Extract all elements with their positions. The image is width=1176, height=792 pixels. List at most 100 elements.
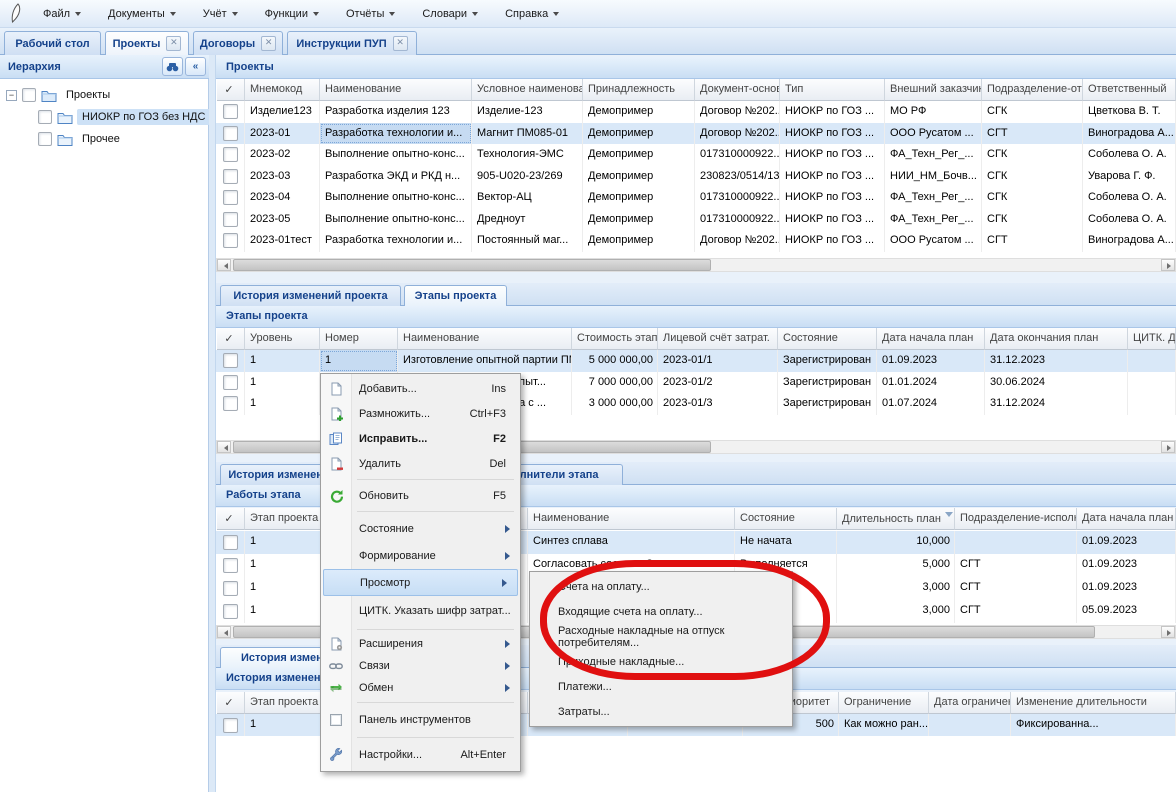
column-header[interactable]: Стоимость этапа [572,328,658,350]
row-checkbox[interactable] [223,396,238,411]
column-header[interactable]: Ответственный [1083,79,1176,101]
column-header[interactable]: Дата начала план [1077,508,1176,530]
table-row[interactable]: 2023-01тестРазработка технологии и...Пос… [216,230,1176,252]
row-checkbox[interactable] [223,535,238,550]
column-header[interactable]: Дата ограничения [929,692,1011,714]
column-header[interactable]: Длительность план [837,508,955,530]
submenu-item[interactable]: Приходные накладные... [530,649,792,674]
column-header[interactable]: Тип [780,79,885,101]
menubar-item[interactable]: Справка [496,5,568,23]
column-header[interactable]: Ограничение [839,692,929,714]
column-header[interactable]: Изменение длительности [1011,692,1176,714]
section-tab[interactable]: История изменений проекта [220,285,401,306]
context-menu-item[interactable]: Состояние [321,515,520,542]
scroll-left-icon[interactable] [217,626,231,638]
scroll-right-icon[interactable] [1161,626,1175,638]
column-header[interactable]: Наименование [398,328,572,350]
tree-checkbox[interactable] [38,110,52,124]
menubar-item[interactable]: Словари [413,5,487,23]
context-menu-item[interactable]: Настройки...Alt+Enter [321,741,520,769]
column-header[interactable]: Мнемокод [245,79,320,101]
menubar-item[interactable]: Документы [99,5,185,23]
column-header[interactable]: Этап проекта [245,508,330,530]
context-menu-item[interactable]: Обмен [321,677,520,699]
scrollbar-thumb[interactable] [233,259,711,271]
column-header[interactable]: Условное наименование [472,79,583,101]
column-header[interactable]: Лицевой счёт затрат. [658,328,778,350]
table-row[interactable]: 11Изготовление опытной партии ПМ0...5 00… [216,350,1176,372]
context-menu-item[interactable]: УдалитьDel [321,451,520,476]
column-header[interactable]: Принадлежность [583,79,695,101]
context-menu-item[interactable]: Панель инструментов [321,706,520,734]
column-header[interactable]: Уровень [245,328,320,350]
submenu-item[interactable]: Входящие счета на оплату... [530,599,792,624]
column-header[interactable]: Этап проекта [245,692,330,714]
row-checkbox[interactable] [223,126,238,141]
column-header[interactable]: Внешний заказчик [885,79,982,101]
submenu-item[interactable]: Затраты... [530,699,792,724]
close-icon[interactable]: ✕ [393,36,408,51]
select-all-header[interactable]: ✓ [217,692,245,714]
row-checkbox[interactable] [223,147,238,162]
row-checkbox[interactable] [223,718,238,733]
column-header[interactable]: Дата начала план [877,328,985,350]
menubar-item[interactable]: Файл [34,5,90,23]
select-all-header[interactable]: ✓ [217,79,245,101]
select-all-header[interactable]: ✓ [217,328,245,350]
projects-horizontal-scrollbar[interactable] [216,258,1176,272]
top-tab[interactable]: Инструкции ПУП✕ [287,31,417,55]
column-header[interactable]: Подразделение-исполнитель.. [955,508,1077,530]
select-all-header[interactable]: ✓ [217,508,245,530]
column-header[interactable]: Номер [320,328,398,350]
context-menu-item[interactable]: Расширения [321,633,520,655]
column-header[interactable]: Подразделение-отв [982,79,1083,101]
tree-checkbox[interactable] [38,132,52,146]
tree-item[interactable]: Прочее [24,129,125,149]
scroll-right-icon[interactable] [1161,441,1175,453]
context-menu-item[interactable]: Формирование [321,542,520,569]
table-row[interactable]: 2023-03Разработка ЭКД и РКД н...905-U020… [216,166,1176,188]
row-checkbox[interactable] [223,375,238,390]
scroll-left-icon[interactable] [217,259,231,271]
tree-expand-icon[interactable]: − [6,90,17,101]
top-tab[interactable]: Договоры✕ [193,31,283,55]
close-icon[interactable]: ✕ [166,36,181,51]
context-menu-item[interactable]: Размножить...Ctrl+F3 [321,401,520,426]
table-row[interactable]: 2023-05Выполнение опытно-конс...Дредноут… [216,209,1176,231]
menubar-item[interactable]: Отчёты [337,5,404,23]
row-checkbox[interactable] [223,233,238,248]
tree-item[interactable]: НИОКР по ГОЗ без НДС [24,107,210,127]
tree-checkbox[interactable] [22,88,36,102]
column-header[interactable]: Документ-основание [695,79,780,101]
column-header[interactable]: Состояние [735,508,837,530]
row-checkbox[interactable] [223,604,238,619]
collapse-sidebar-icon[interactable]: « [185,57,206,76]
context-menu-item[interactable]: ЦИТК. Указать шифр затрат... [321,596,520,626]
table-row[interactable]: Изделие123Разработка изделия 123Изделие-… [216,101,1176,123]
submenu-item[interactable]: Расходные накладные на отпуск потребител… [530,624,792,649]
column-header[interactable]: Наименование [528,508,735,530]
context-menu-item[interactable]: Исправить...F2 [321,426,520,451]
close-icon[interactable]: ✕ [261,36,276,51]
context-menu-item[interactable]: Просмотр [323,569,518,596]
row-checkbox[interactable] [223,169,238,184]
table-row[interactable]: 2023-04Выполнение опытно-конс...Вектор-А… [216,187,1176,209]
menubar-item[interactable]: Учёт [194,5,247,23]
binoculars-icon[interactable] [162,57,183,76]
submenu-item[interactable]: Счета на оплату... [530,574,792,599]
context-menu-item[interactable]: Связи [321,655,520,677]
row-checkbox[interactable] [223,353,238,368]
submenu-item[interactable]: Платежи... [530,674,792,699]
context-menu-item[interactable]: Добавить...Ins [321,376,520,401]
sidebar-splitter[interactable] [209,55,216,792]
tree-item[interactable]: −Проекты [6,85,115,105]
scroll-left-icon[interactable] [217,441,231,453]
menubar-item[interactable]: Функции [256,5,328,23]
top-tab[interactable]: Проекты✕ [105,31,189,55]
table-row[interactable]: 2023-02Выполнение опытно-конс...Технолог… [216,144,1176,166]
row-checkbox[interactable] [223,104,238,119]
column-header[interactable]: ЦИТК. Д [1128,328,1176,350]
table-row[interactable]: 2023-01Разработка технологии и...Магнит … [216,123,1176,145]
scroll-right-icon[interactable] [1161,259,1175,271]
section-tab[interactable]: Этапы проекта [404,285,507,306]
